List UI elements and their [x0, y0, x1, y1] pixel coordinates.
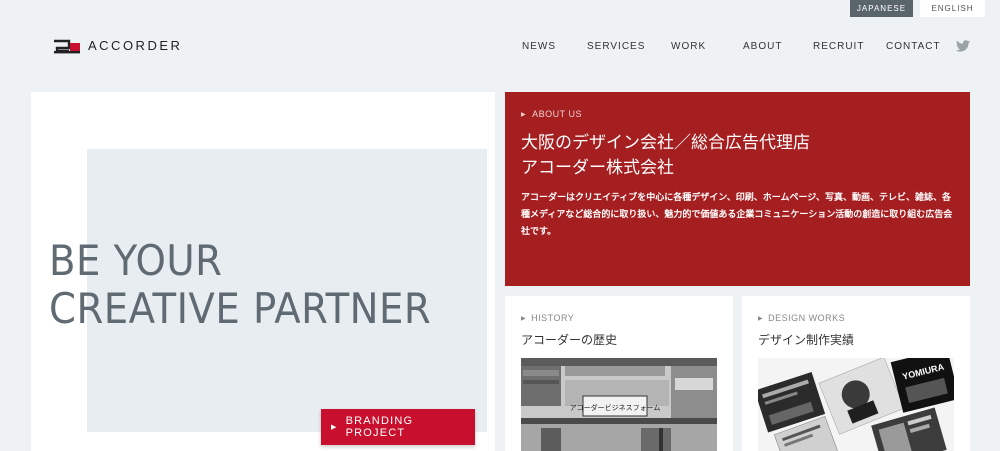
lang-english-label: ENGLISH — [931, 4, 974, 13]
play-arrow-icon: ▶ — [758, 316, 764, 322]
about-panel[interactable]: ▶ ABOUT US 大阪のデザイン会社／総合広告代理店 アコーダー株式会社 アコ… — [505, 92, 970, 286]
lang-japanese-label: JAPANESE — [856, 4, 907, 13]
history-kicker: ▶ HISTORY — [521, 313, 574, 323]
nav-recruit[interactable]: RECRUIT — [813, 40, 864, 54]
nav-work[interactable]: WORK — [671, 40, 706, 54]
history-photo: アコーダービジネスフォーム — [521, 358, 717, 451]
nav-about[interactable]: ABOUT — [743, 40, 782, 54]
about-description: アコーダーはクリエイティブを中心に各種デザイン、印刷、ホームページ、写真、動画、… — [521, 193, 953, 237]
about-kicker: ▶ ABOUT US — [521, 109, 954, 119]
about-title-line2: アコーダー株式会社 — [521, 157, 674, 178]
about-title-line1: 大阪のデザイン会社／総合広告代理店 — [521, 133, 810, 153]
nav-services[interactable]: SERVICES — [587, 40, 645, 54]
about-kicker-label: ABOUT US — [532, 109, 582, 119]
design-works-collage: YOMIURA — [758, 358, 954, 451]
twitter-icon[interactable] — [956, 40, 970, 52]
main-nav: NEWS SERVICES WORK ABOUT RECRUIT CONTACT — [0, 40, 1000, 54]
play-arrow-icon: ▶ — [521, 112, 527, 118]
history-sign-text: アコーダービジネスフォーム — [570, 403, 661, 412]
play-arrow-icon: ▶ — [521, 316, 527, 322]
hero-headline-line1: BE YOUR — [49, 236, 223, 285]
nav-contact[interactable]: CONTACT — [886, 40, 941, 54]
history-title: アコーダーの歴史 — [521, 333, 618, 347]
lang-japanese-button[interactable]: JAPANESE — [850, 0, 913, 17]
design-works-kicker-label: DESIGN WORKS — [768, 313, 846, 323]
history-kicker-label: HISTORY — [531, 313, 575, 323]
history-card[interactable]: ▶ HISTORY アコーダーの歴史 アコーダービジネスフォーム — [505, 296, 733, 451]
play-arrow-icon: ▶ — [331, 424, 338, 431]
nav-news[interactable]: NEWS — [522, 40, 556, 54]
design-works-card[interactable]: ▶ DESIGN WORKS デザイン制作実績 YOMIURA — [742, 296, 970, 451]
lang-english-button[interactable]: ENGLISH — [920, 0, 985, 17]
branding-project-label: BRANDING PROJECT — [345, 415, 414, 439]
hero-headline: BE YOUR CREATIVE PARTNER — [49, 236, 464, 334]
hero-headline-line2: CREATIVE PARTNER — [49, 284, 432, 334]
branding-project-button[interactable]: ▶ BRANDING PROJECT — [321, 409, 475, 445]
design-works-kicker: ▶ DESIGN WORKS — [758, 313, 845, 323]
design-works-title: デザイン制作実績 — [758, 333, 855, 347]
about-title: 大阪のデザイン会社／総合広告代理店 アコーダー株式会社 — [521, 131, 954, 180]
